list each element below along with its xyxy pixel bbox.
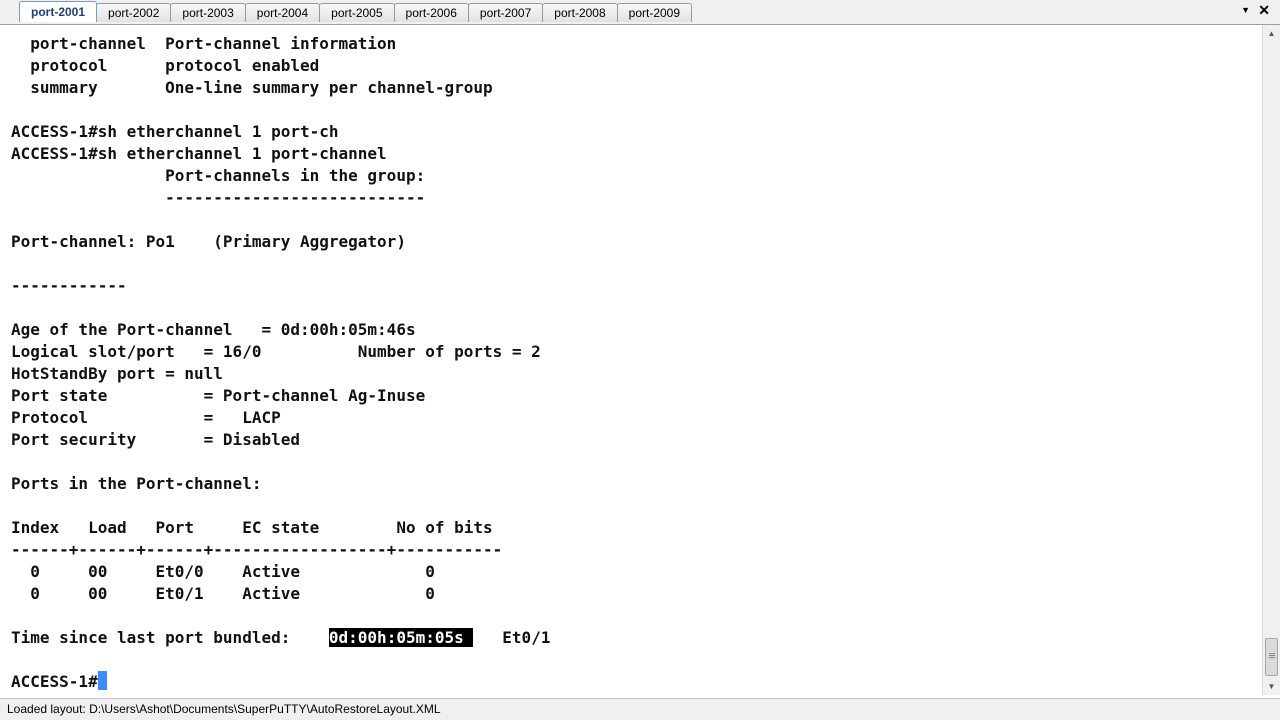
prompt-line: ACCESS-1#: [11, 671, 550, 693]
terminal-window[interactable]: port-channel Port-channel information pr…: [0, 25, 1262, 695]
bundled-label: Time since last port bundled:: [11, 628, 329, 647]
terminal-line: Port state = Port-channel Ag-Inuse: [11, 386, 426, 405]
terminal-line: Index Load Port EC state No of bits: [11, 518, 493, 537]
terminal-line: Port-channel: Po1 (Primary Aggregator): [11, 232, 406, 251]
grip-icon: [1269, 653, 1275, 654]
tab-port-2007[interactable]: port-2007: [467, 3, 544, 22]
terminal-line: ACCESS-1#sh etherchannel 1 port-ch: [11, 122, 339, 141]
terminal-line: ACCESS-1#sh etherchannel 1 port-channel: [11, 144, 387, 163]
tab-port-2006[interactable]: port-2006: [393, 3, 469, 22]
tab-strip: port-2001 port-2002 port-2003 port-2004 port…: [0, 0, 1280, 25]
tab-port-2002[interactable]: port-2002: [96, 3, 172, 22]
terminal-line: ------------: [11, 276, 127, 295]
chevron-down-icon[interactable]: ▼: [1241, 5, 1250, 15]
text-cursor: [97, 671, 107, 690]
terminal-line: Age of the Port-channel = 0d:00h:05m:46s: [11, 320, 416, 339]
terminal-line: Protocol = LACP: [11, 408, 281, 427]
vertical-scrollbar[interactable]: ▲ ▼: [1262, 25, 1280, 695]
status-bar: Loaded layout: D:\Users\Ashot\Documents\…: [0, 698, 1280, 720]
tab-port-2005[interactable]: port-2005: [319, 3, 395, 22]
scroll-down-icon[interactable]: ▼: [1263, 678, 1280, 695]
selected-text[interactable]: 0d:00h:05m:05s: [328, 628, 474, 647]
tab-port-2008[interactable]: port-2008: [542, 3, 618, 22]
tab-port-2004[interactable]: port-2004: [244, 3, 321, 22]
terminal-line: ------+------+------+------------------+…: [11, 540, 503, 559]
close-icon[interactable]: ✕: [1258, 2, 1270, 19]
terminal-line: Ports in the Port-channel:: [11, 474, 262, 493]
tab-port-2001[interactable]: port-2001: [19, 1, 98, 22]
terminal-line: HotStandBy port = null: [11, 364, 223, 383]
bundled-port: Et0/1: [473, 628, 551, 647]
terminal-line: 0 00 Et0/1 Active 0: [11, 584, 435, 603]
terminal-line: protocol protocol enabled: [11, 56, 320, 75]
terminal-line: Time since last port bundled: 0d:00h:05m…: [11, 627, 550, 649]
scroll-up-icon[interactable]: ▲: [1263, 25, 1280, 42]
tab-port-2003[interactable]: port-2003: [170, 3, 246, 22]
terminal-line: port-channel Port-channel information: [11, 34, 397, 53]
scrollbar-thumb[interactable]: [1265, 638, 1278, 676]
terminal-line: Logical slot/port = 16/0 Number of ports…: [11, 342, 541, 361]
command-prompt: ACCESS-1#: [11, 672, 98, 691]
terminal-output: port-channel Port-channel information pr…: [11, 33, 550, 693]
tab-port-2009[interactable]: port-2009: [616, 3, 693, 22]
status-text: Loaded layout: D:\Users\Ashot\Documents\…: [7, 702, 441, 716]
terminal-line: Port-channels in the group:: [11, 166, 426, 185]
tab-list: port-2001 port-2002 port-2003 port-2004 port…: [19, 1, 693, 25]
terminal-line: 0 00 Et0/0 Active 0: [11, 562, 435, 581]
terminal-line: summary One-line summary per channel-gro…: [11, 78, 493, 97]
terminal-line: Port security = Disabled: [11, 430, 300, 449]
terminal-line: ---------------------------: [11, 188, 426, 207]
